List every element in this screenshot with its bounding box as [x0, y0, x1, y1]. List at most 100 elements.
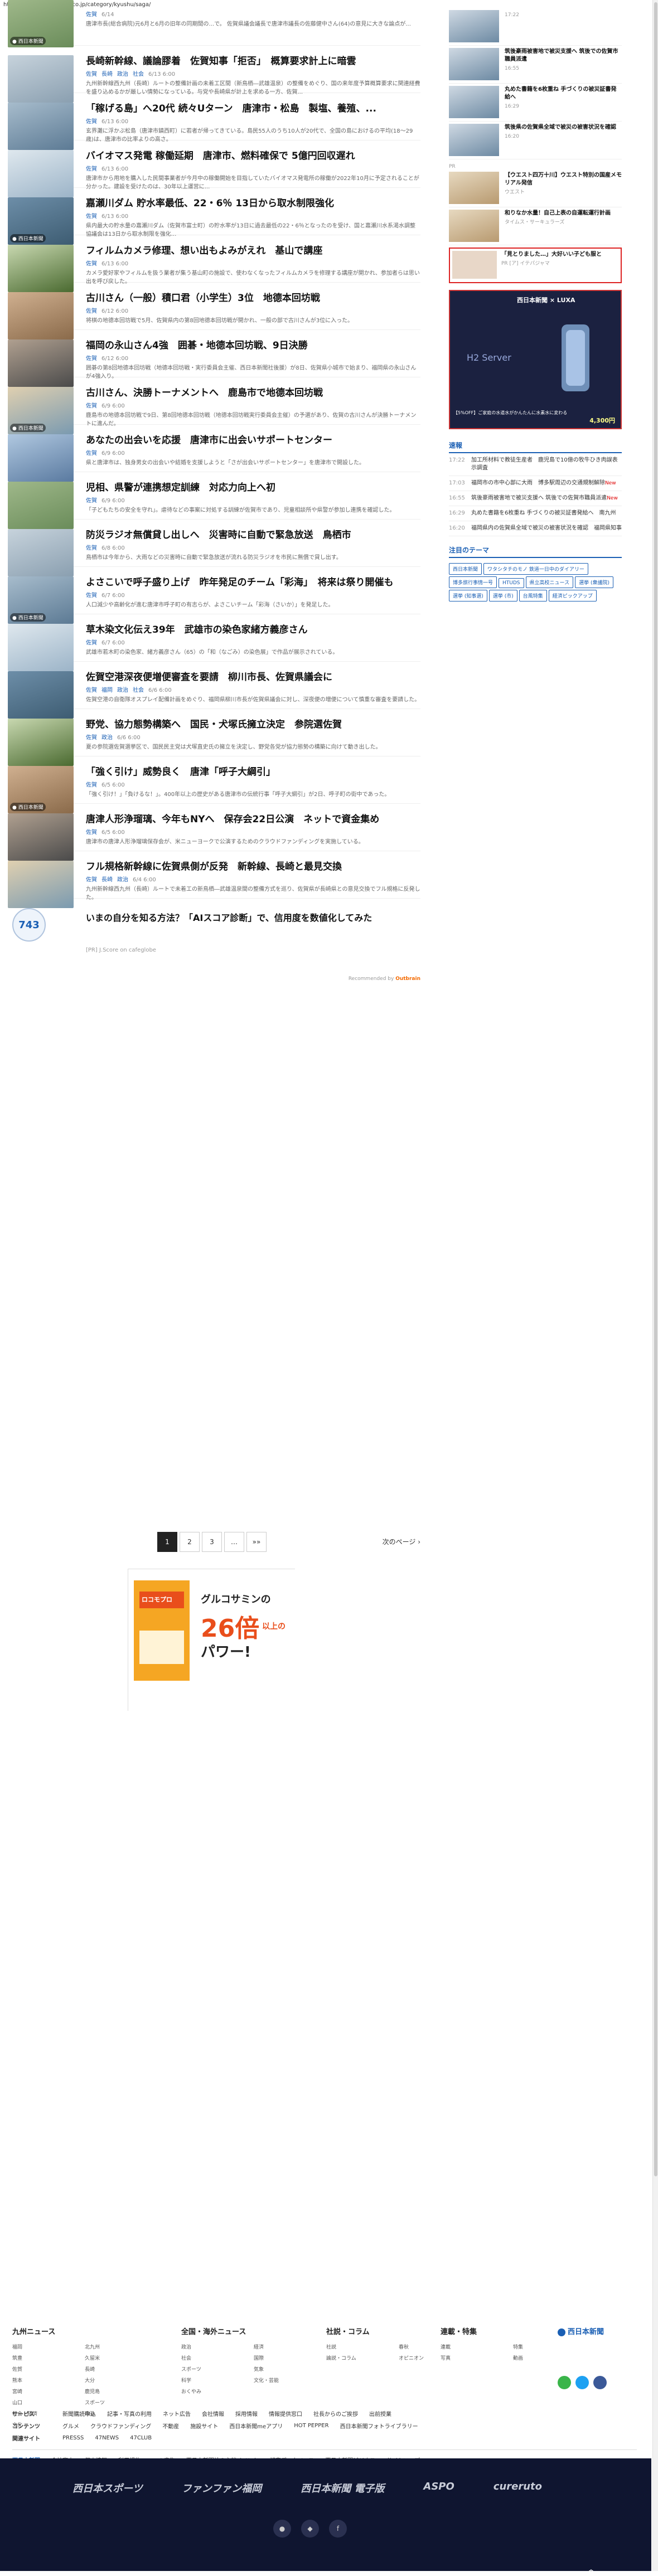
promo-article[interactable]: 743 いまの自分を知る方法？「AIスコア診断」で、信用度を数値化してみた [P… — [8, 908, 420, 982]
footer-link[interactable]: 論説・コラム — [326, 2353, 388, 2364]
theme-chip[interactable]: HTUDS — [499, 578, 524, 588]
article-tag[interactable]: 佐賀 — [86, 119, 97, 125]
article-thumbnail[interactable] — [8, 103, 74, 150]
article-tag[interactable]: 佐賀 — [86, 735, 97, 741]
article-tag[interactable]: 佐賀 — [86, 829, 97, 836]
footer-link[interactable]: 久留米 — [85, 2353, 146, 2364]
promo-title[interactable]: いまの自分を知る方法？「AIスコア診断」で、信用度を数値化してみた — [86, 910, 372, 924]
article-title[interactable]: フィルムカメラ修理、想い出もよみがえれ 基山で講座 — [86, 245, 420, 257]
footer-link[interactable]: 国際 — [254, 2353, 315, 2364]
footer-column-heading[interactable]: 社説・コラム — [326, 2326, 460, 2336]
article-item[interactable]: ● 西日本新聞 よさこいで呼子盛り上げ 昨年発足のチーム「彩海」 将来は祭り開催も… — [8, 576, 420, 624]
scrollbar[interactable] — [652, 0, 658, 2571]
article-title[interactable]: 唐津人形浄瑠璃、今年もNYへ 保存会22日公演 ネットで資金集め — [86, 813, 420, 826]
pr-title[interactable]: 和りなか水量！自己上表の自運転運行計画 — [505, 210, 611, 216]
partner-logo[interactable]: ファンファン福岡 — [182, 2481, 262, 2495]
side-thumbnail[interactable] — [449, 124, 499, 156]
side-thumbnail[interactable] — [449, 86, 499, 118]
latest-news-item[interactable]: 16:29 丸めた書籍を6枚重ね 手づくりの被災証書発給へ 南九州 — [449, 506, 622, 521]
article-title[interactable]: 古川さん、決勝トーナメントへ 鹿島市で地德本回坊戦 — [86, 387, 420, 399]
article-item[interactable]: フル規格新幹線に佐賀県側が反発 新幹線、長崎と最見交換 佐賀 長崎 政治 6/4 6:0… — [8, 861, 420, 908]
partner-logo[interactable]: ASPO — [423, 2481, 454, 2495]
footer-link[interactable]: 気象 — [254, 2364, 315, 2375]
article-tag[interactable]: 佐賀 — [86, 166, 97, 172]
footer-link[interactable]: 採用情報 — [235, 2409, 258, 2418]
article-title[interactable]: 長崎新幹線、議論膠着 佐賀知事「拒否」 概算要求計上に暗雲 — [86, 55, 420, 67]
theme-chip[interactable]: 選挙 (市) — [488, 590, 517, 601]
article-tag[interactable]: 佐賀 — [86, 450, 97, 457]
theme-chip[interactable]: 県立高校ニュース — [525, 576, 574, 588]
footer-link[interactable]: 長崎 — [85, 2364, 146, 2375]
pr-thumbnail[interactable] — [449, 210, 499, 242]
article-tag[interactable]: 社会 — [133, 687, 144, 693]
article-thumbnail[interactable]: ● 西日本新聞 — [8, 197, 74, 245]
article-title[interactable]: よさこいで呼子盛り上げ 昨年発足のチーム「彩海」 将来は祭り開催も — [86, 576, 420, 589]
article-title[interactable]: 野党、協力態勢構築へ 国民・犬塚氏擁立決定 参院選佐賀 — [86, 719, 420, 731]
footer-brand[interactable]: 西日本新聞 — [558, 2326, 604, 2336]
article-item[interactable]: ● 西日本新聞 古川さん、決勝トーナメントへ 鹿島市で地德本回坊戦 佐賀 6/9 6:… — [8, 387, 420, 434]
article-tag[interactable]: 佐賀 — [86, 261, 97, 267]
theme-chip[interactable]: 選挙 (衆議院) — [575, 576, 613, 588]
article-tag[interactable]: 長崎 — [101, 71, 113, 77]
side-news-title[interactable]: 筑後県の佐賀県全域で被災の被害状況を確認 — [505, 124, 616, 130]
article-title[interactable]: 嘉瀬川ダム 貯水率最低、22・6％ 13日から取水制限強化 — [86, 197, 420, 210]
article-thumbnail[interactable]: ● 西日本新聞 — [8, 387, 74, 434]
partner-logo[interactable]: 西日本スポーツ — [72, 2481, 143, 2495]
footer-link[interactable]: 西日本新聞meアプリ — [229, 2422, 283, 2430]
footer-link[interactable]: PRESSS — [62, 2435, 84, 2441]
outbrain-credit[interactable]: Recommended by Outbrain — [349, 976, 420, 982]
latest-title[interactable]: 筑後豪雨被害地で被災支援へ 筑後での佐賀市職員派遣 — [471, 495, 607, 501]
article-thumbnail[interactable] — [8, 339, 74, 387]
article-title[interactable]: 福岡の永山さん4強 囲碁・地德本回坊戦、9日決勝 — [86, 339, 420, 352]
article-thumbnail[interactable] — [8, 150, 74, 197]
footer-link[interactable]: 社説 — [326, 2342, 388, 2353]
side-thumbnail[interactable] — [449, 10, 499, 42]
article-thumbnail[interactable] — [8, 245, 74, 292]
article-tag[interactable]: 佐賀 — [86, 214, 97, 220]
footer-link[interactable]: HOT PEPPER — [294, 2423, 328, 2429]
article-item[interactable]: 唐津人形浄瑠璃、今年もNYへ 保存会22日公演 ネットで資金集め 佐賀 6/5 6:… — [8, 813, 420, 861]
theme-chip[interactable]: 西日本新聞 — [449, 563, 482, 575]
article-tag[interactable]: 政治 — [101, 735, 113, 741]
latest-title[interactable]: 加工所材料で教徒生産者 鹿児島で10億の牧牛ひき肉誤表示調査 — [471, 457, 618, 471]
article-title[interactable]: フル規格新幹線に佐賀県側が反発 新幹線、長崎と最見交換 — [86, 861, 420, 873]
footer-link[interactable]: 熊本 — [12, 2375, 74, 2386]
footer-link[interactable]: 記事・写真の利用 — [107, 2409, 152, 2418]
article-tag[interactable]: 政治 — [117, 687, 128, 693]
twitter-icon[interactable]: ◆ — [301, 2520, 319, 2538]
footer-link[interactable]: 社会 — [181, 2353, 243, 2364]
footer-link[interactable]: クラウドファンディング — [90, 2422, 151, 2430]
article-tag[interactable]: 佐賀 — [86, 308, 97, 314]
glucosamine-ad[interactable]: ロコモプロ グルコサミンの 26倍 以上の パワー! — [128, 1569, 296, 1711]
side-news-title[interactable]: 筑後豪雨被害地で被災支援へ 筑後での佐賀市職員派遣 — [505, 48, 618, 62]
luxa-banner[interactable]: 西日本新聞 × LUXA H2 Server 【5%OFF】ご家庭の水道水がかん… — [449, 290, 622, 429]
footer-link[interactable]: 政治 — [181, 2342, 243, 2353]
article-thumbnail[interactable] — [8, 671, 74, 719]
theme-chip[interactable]: 博多旅行事情一号 — [449, 576, 497, 588]
article-item[interactable]: バイオマス発電 稼働延期 唐津市、燃料確保で 5億円回収遅れ 佐賀 6/13 6:0… — [8, 150, 420, 197]
pr-title[interactable]: 【ウエスト四万十川】ウエスト特別の国産メモリアル発信 — [505, 172, 622, 186]
article-item[interactable]: 児相、県警が連携想定訓練 対応力向上へ初 佐賀 6/9 6:00 「子どもたちの安全を… — [8, 482, 420, 529]
theme-chip[interactable]: ワタシタチのモノ 鉄道一日中のダイアリー — [483, 563, 588, 575]
footer-link[interactable]: 社長からのご挨拶 — [313, 2409, 358, 2418]
footer-link[interactable]: 会社情報 — [202, 2409, 224, 2418]
side-news-item[interactable]: 筑後豪雨被害地で被災支援へ 筑後での佐賀市職員派遣 16:55 — [449, 46, 622, 84]
footer-link[interactable]: 佐賀 — [12, 2364, 74, 2375]
footer-column-heading[interactable]: 全国・海外ニュース — [181, 2326, 315, 2336]
footer-link[interactable]: 筑豊 — [12, 2353, 74, 2364]
latest-news-item[interactable]: 17:03 福岡市の市中心部に大雨 博多駅周辺の交通規制解除New — [449, 476, 622, 491]
footer-link[interactable]: 不動産 — [162, 2422, 179, 2430]
side-news-item[interactable]: 筑後県の佐賀県全域で被災の被害状況を確認 16:20 — [449, 122, 622, 159]
article-tag[interactable]: 長崎 — [101, 877, 113, 883]
footer-link[interactable]: 山口 — [12, 2398, 74, 2409]
footer-link[interactable]: 北九州 — [85, 2342, 146, 2353]
pr-item[interactable]: 【ウエスト四万十川】ウエスト特別の国産メモリアル発信 ウエスト — [449, 169, 622, 207]
page-link[interactable]: 1 — [157, 1532, 177, 1552]
theme-chip[interactable]: 選挙 (知事選) — [449, 590, 487, 601]
article-tag[interactable]: 政治 — [117, 71, 128, 77]
article-tag[interactable]: 佐賀 — [86, 640, 97, 646]
footer-link[interactable]: 動画 — [513, 2353, 574, 2364]
article-tag[interactable]: 佐賀 — [86, 12, 97, 18]
article-tag[interactable]: 佐賀 — [86, 593, 97, 599]
footer-link[interactable]: ネット広告 — [163, 2409, 191, 2418]
